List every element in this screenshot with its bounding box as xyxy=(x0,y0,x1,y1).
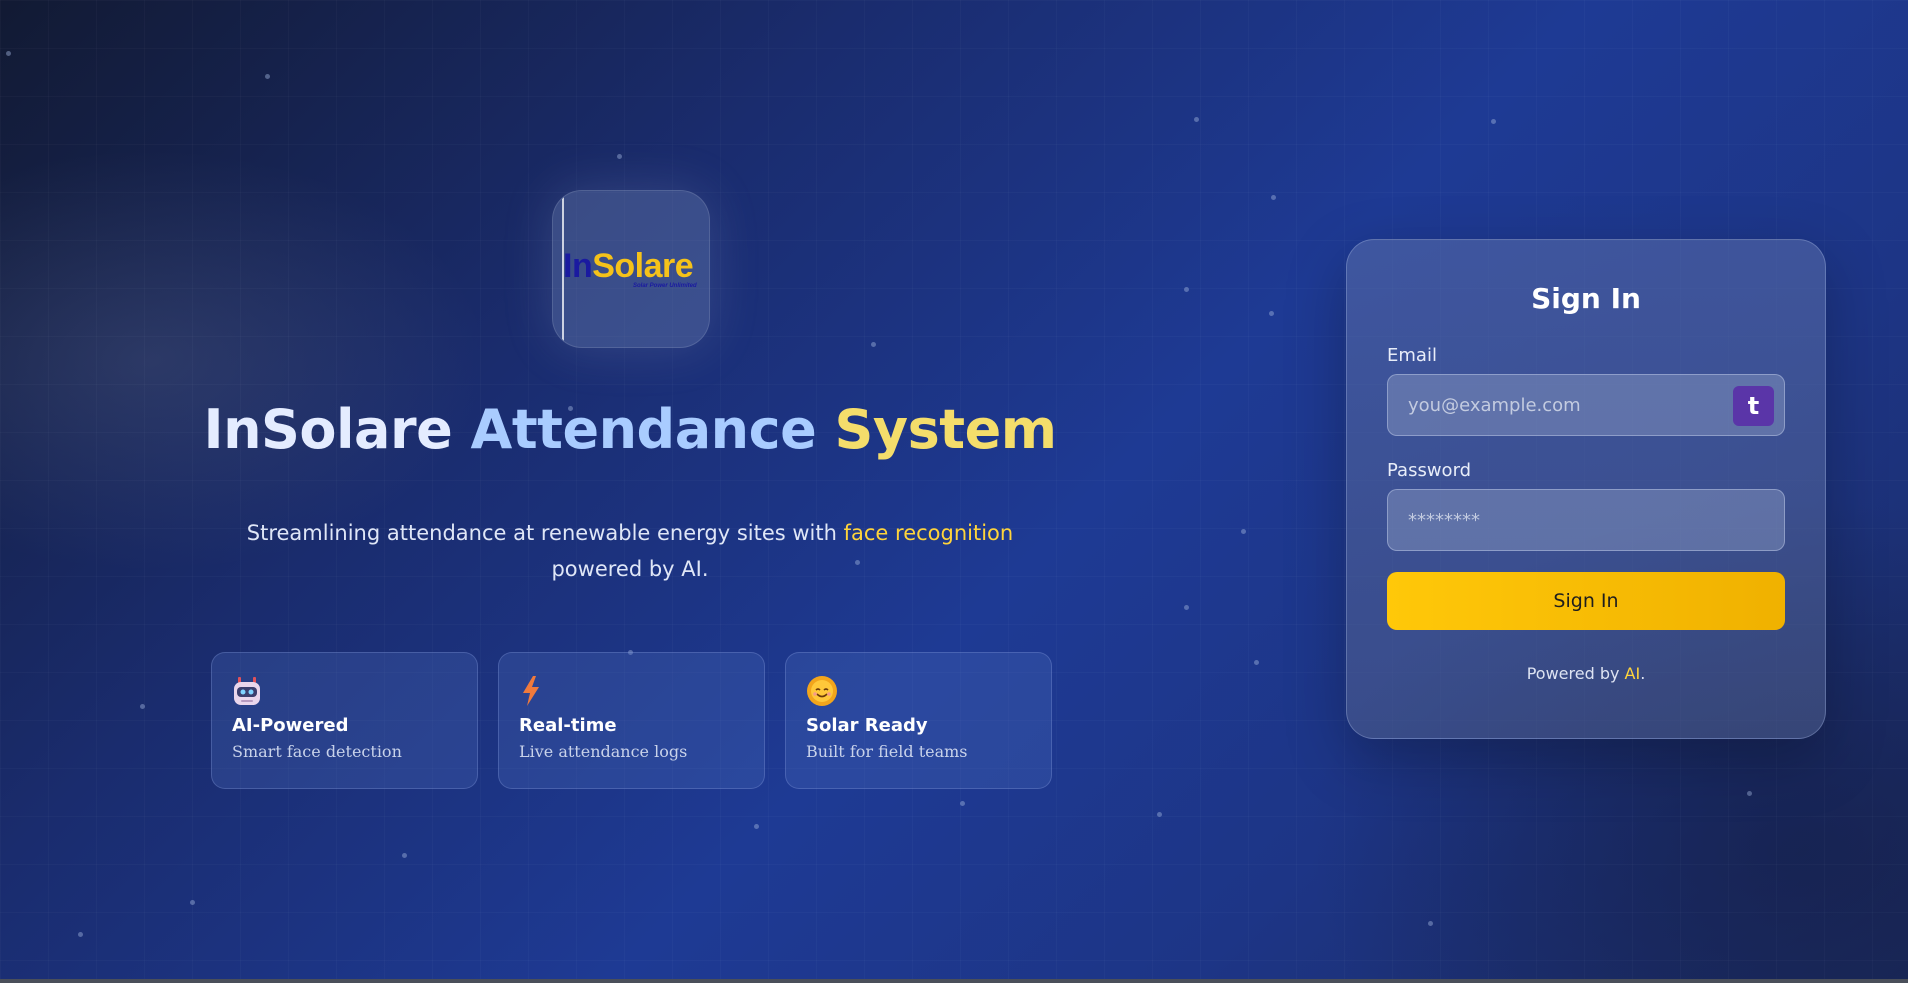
powered-post: . xyxy=(1640,664,1646,683)
feature-card-ai-powered: AI-Powered Smart face detection xyxy=(211,652,478,789)
password-field[interactable] xyxy=(1388,490,1784,550)
hero-subtitle: Streamlining attendance at renewable ene… xyxy=(220,515,1040,587)
logo-solare: Solare xyxy=(592,247,694,285)
password-label: Password xyxy=(1387,460,1472,481)
password-manager-icon[interactable]: t xyxy=(1733,386,1774,426)
email-field-wrapper: t xyxy=(1387,374,1785,436)
brand-logo: InSolare Solar Power Unlimited xyxy=(552,190,710,348)
sign-in-button[interactable]: Sign In xyxy=(1387,572,1785,630)
feature-card-solar-ready: Solar Ready Built for field teams xyxy=(785,652,1052,789)
feature-title: AI-Powered xyxy=(232,715,349,736)
title-word-attendance: Attendance xyxy=(470,398,817,461)
title-word-system: System xyxy=(834,398,1057,461)
subtitle-highlight: face recognition xyxy=(843,521,1014,545)
lightning-icon xyxy=(519,675,744,709)
password-field-wrapper xyxy=(1387,489,1785,551)
email-label: Email xyxy=(1387,345,1437,366)
page-title: InSolare Attendance System xyxy=(200,400,1060,459)
robot-icon xyxy=(232,675,457,709)
logo-tagline: Solar Power Unlimited xyxy=(633,283,697,289)
email-field[interactable] xyxy=(1388,375,1784,435)
feature-description: Live attendance logs xyxy=(519,742,688,761)
logo-wordmark: InSolare xyxy=(563,247,694,286)
feature-cards: AI-Powered Smart face detection Real-tim… xyxy=(211,652,1052,789)
sun-icon xyxy=(806,675,1031,709)
powered-ai: AI xyxy=(1624,664,1641,683)
powered-pre: Powered by xyxy=(1526,664,1625,683)
bottom-bar xyxy=(0,979,1908,983)
feature-title: Solar Ready xyxy=(806,715,928,736)
title-word-insolare: InSolare xyxy=(203,398,453,461)
signin-card: Sign In Email t Password Sign In Powered… xyxy=(1346,239,1826,739)
powered-by-text: Powered by AI. xyxy=(1387,664,1785,683)
feature-card-real-time: Real-time Live attendance logs xyxy=(498,652,765,789)
subtitle-pre: Streamlining attendance at renewable ene… xyxy=(246,521,844,545)
subtitle-post: powered by AI. xyxy=(551,557,709,581)
logo-in: In xyxy=(563,247,593,285)
feature-description: Smart face detection xyxy=(232,742,402,761)
signin-title: Sign In xyxy=(1531,282,1641,315)
feature-title: Real-time xyxy=(519,715,617,736)
feature-description: Built for field teams xyxy=(806,742,968,761)
